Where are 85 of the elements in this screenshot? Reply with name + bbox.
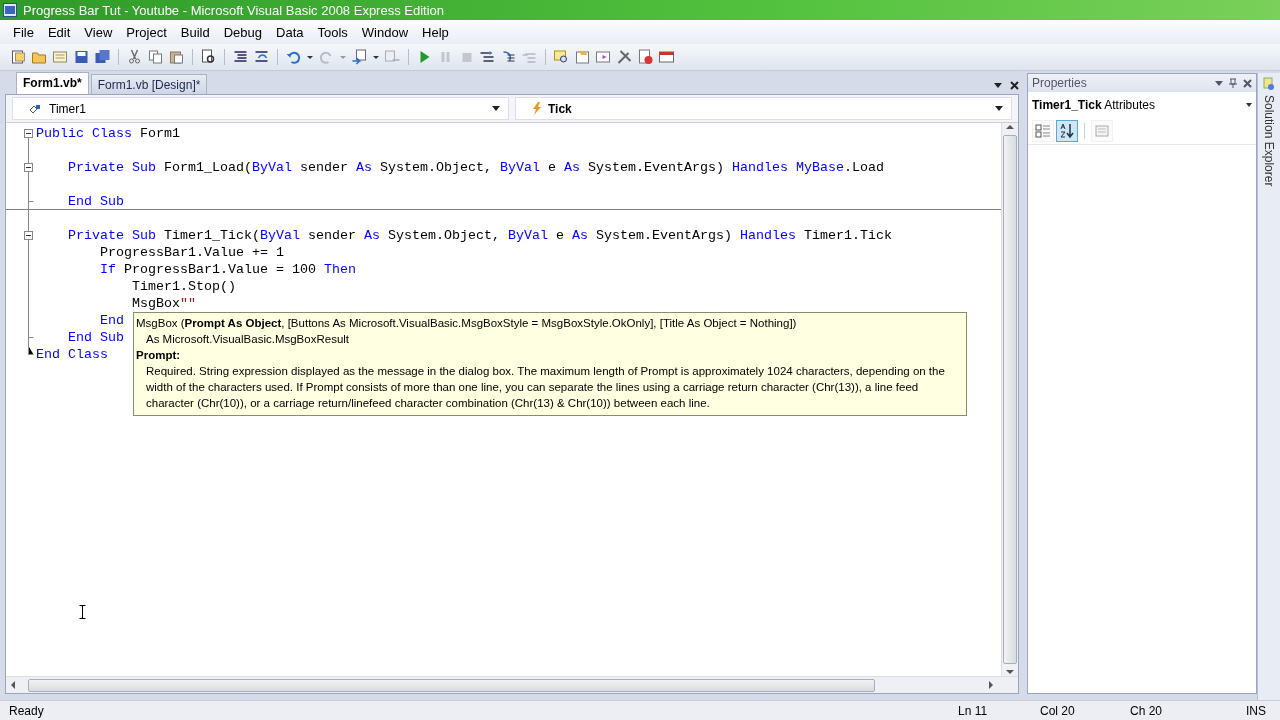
close-icon[interactable] [1010,81,1019,90]
parameter-description: Required. String expression displayed as the message in the dialog box. The maximum length of Prompt is approximately 1024 characters, depending on the width of the characters used. If Prompt consists of more than one line, you can separate the lines using a carriage return character (Chr(13)), a line feed character (Chr(10)), or a carriage return/linefeed character combination (Chr(13) & Chr(10)) between each line. [145,364,946,411]
comment-icon[interactable] [232,49,249,65]
char-number: Ch 20 [1130,703,1163,718]
menu-item[interactable]: Project [119,22,174,42]
object-dropdown[interactable]: Timer1 [12,97,509,120]
menu-item[interactable]: Debug [216,22,269,42]
save-icon[interactable] [73,49,90,65]
code-line: ProgressBar1.Value += 1 [99,245,284,260]
navigate-icon[interactable] [351,49,368,65]
window-title: Progress Bar Tut - Youtube - Microsoft Visual Basic 2008 Express Edition [23,2,445,18]
caret-icon [492,106,500,111]
paste-icon[interactable] [168,49,185,65]
menu-item[interactable]: Tools [310,22,355,42]
collapse-icon[interactable] [24,159,33,176]
line-number: Ln 11 [958,703,989,718]
event-dropdown[interactable]: Tick [515,97,1012,120]
object-browser-icon[interactable] [595,49,612,65]
caret-icon [995,106,1003,111]
menu-item[interactable]: Build [173,22,217,42]
window-icon[interactable] [658,49,675,65]
property-pages-icon [1094,123,1110,139]
fold-line [28,142,29,159]
scroll-right-icon[interactable] [988,681,994,689]
app-icon [3,3,17,17]
code-line: Private Sub Timer1_Tick(ByVal sender As System.Object, ByVal e As System.EventArgs) Handles Timer1.Tick [67,228,892,243]
copy-icon[interactable] [147,49,164,65]
scrollbar-thumb[interactable] [28,678,875,692]
step-into-icon[interactable] [479,49,496,65]
insert-mode: INS [1246,703,1266,718]
code-line: Public Class Form1 [36,126,180,141]
menu-item[interactable]: Help [415,22,456,42]
caret-icon[interactable] [1246,103,1252,107]
code-line: End Sub [67,194,124,209]
return-type-text: As Microsoft.VisualBasic.MsgBoxResult [145,332,351,347]
fold-line [28,176,29,193]
menu-item[interactable]: View [77,22,120,42]
code-line: Timer1.Stop() [130,279,236,294]
caret-icon[interactable] [994,83,1002,88]
parameter-name: Prompt: [136,348,182,363]
new-project-icon[interactable] [10,49,27,65]
fold-end-line [28,193,34,210]
code-line: Private Sub Form1_Load(ByVal sender As System.Object, ByVal e As System.EventArgs) Handles MyBase.Load [67,160,884,175]
code-line: End [99,313,124,328]
collapse-icon[interactable] [24,227,33,244]
document-tab[interactable]: Form1.vb [Design]* [90,74,208,94]
status-message: Ready [9,703,45,718]
undo-icon[interactable] [285,49,302,65]
tools-icon[interactable] [616,49,633,65]
scrollbar-thumb[interactable] [1003,135,1017,664]
uncomment-icon[interactable] [253,49,270,65]
caret-icon[interactable] [1215,80,1223,86]
text-cursor-icon [79,605,86,619]
document-tab[interactable]: Form1.vb* [16,72,89,94]
lightning-icon [532,102,542,115]
close-icon[interactable] [1243,78,1252,88]
column-number: Col 20 [1040,703,1076,718]
code-line: End Sub [67,330,124,345]
categorized-icon [1035,123,1051,139]
code-line: End Class [36,347,108,362]
magnifier-icon[interactable] [553,49,570,65]
selected-object-label: Timer1_Tick Attributes [1032,98,1156,112]
menu-item[interactable]: Edit [40,22,78,42]
side-tab[interactable]: Solution Explorer [1262,95,1276,187]
sort-az-button[interactable] [1056,120,1078,142]
panel-title: Properties [1032,76,1088,90]
menu-item[interactable]: Data [269,22,311,42]
add-item-icon[interactable] [52,49,69,65]
fold-line [28,210,29,227]
scissors-icon[interactable] [126,49,143,65]
save-all-icon[interactable] [94,49,111,65]
pin-icon[interactable] [1229,78,1237,88]
properties-icon[interactable] [574,49,591,65]
menu-item[interactable]: Window [354,22,416,42]
solution-explorer-icon[interactable] [1262,77,1276,91]
sort-az-icon [1059,123,1075,139]
error-list-icon[interactable] [637,49,654,65]
menu-item[interactable]: File [6,22,41,42]
scroll-left-icon[interactable] [10,681,16,689]
signature-text: MsgBox (Prompt As Object, [Buttons As Microsoft.VisualBasic.MsgBoxStyle = MsgBoxStyle.OkOnly], [Title As Object = Nothing]) [136,316,798,331]
find-icon[interactable] [200,49,217,65]
code-line: MsgBox"" [130,296,196,311]
code-line: If ProgressBar1.Value = 100 Then [99,262,356,277]
component-icon [29,102,43,115]
open-folder-icon[interactable] [31,49,48,65]
